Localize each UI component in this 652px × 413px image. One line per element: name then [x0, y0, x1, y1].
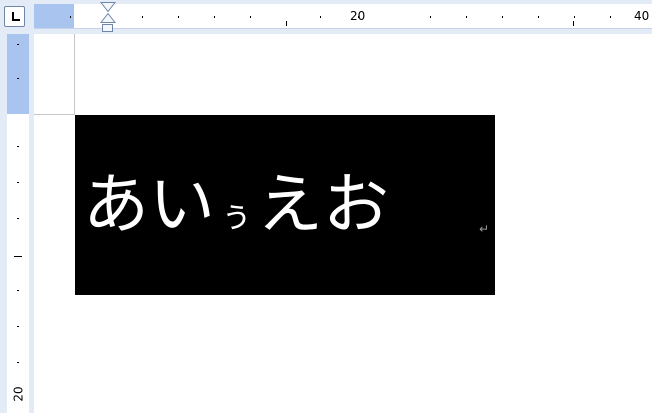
hanging-indent-icon[interactable]: [100, 13, 116, 23]
margin-guide-vertical: [74, 34, 75, 114]
ruler-dot: [17, 218, 19, 219]
text-box[interactable]: あい ぅえお ↵: [75, 115, 495, 295]
horizontal-ruler-strip: 20 40: [34, 4, 652, 29]
ruler-dot: [70, 16, 71, 18]
vertical-ruler[interactable]: 20: [0, 34, 34, 413]
char-i: い: [149, 166, 215, 243]
paragraph-mark-icon: ↵: [479, 222, 490, 236]
ruler-dot: [17, 362, 19, 363]
vertical-ruler-label-20: 20: [11, 386, 26, 402]
left-indent-icon[interactable]: [102, 24, 113, 32]
ruler-dot: [17, 78, 19, 79]
char-o: お: [323, 166, 389, 243]
char-e: え: [257, 166, 323, 243]
ruler-tick: [14, 256, 22, 257]
ruler-dot: [502, 16, 503, 18]
ruler-dot: [320, 16, 321, 18]
vertical-ruler-top-margin[interactable]: [7, 34, 29, 114]
ruler-tick: [573, 21, 574, 26]
margin-guide-horizontal: [34, 114, 75, 115]
first-line-indent-icon[interactable]: [100, 2, 116, 12]
ruler-dot: [466, 16, 467, 18]
ruler-dot: [574, 16, 575, 18]
ruler-dot: [17, 290, 19, 291]
ruler-dot: [17, 146, 19, 147]
horizontal-ruler[interactable]: 20 40: [34, 0, 652, 34]
ruler-dot: [17, 44, 19, 45]
tab-selector[interactable]: [0, 0, 34, 34]
horizontal-ruler-left-margin[interactable]: [34, 4, 74, 28]
ruler-dot: [430, 16, 431, 18]
ruler-dot: [142, 16, 143, 18]
ruler-tick: [286, 21, 287, 26]
char-small-u: ぅ: [219, 196, 253, 236]
left-tab-icon: [4, 6, 25, 27]
ruler-dot: [538, 16, 539, 18]
ruler-dot: [178, 16, 179, 18]
document-page[interactable]: あい ぅえお ↵: [34, 34, 652, 413]
vertical-ruler-strip: 20: [7, 34, 29, 413]
ruler-dot: [610, 16, 611, 18]
ruler-dot: [17, 182, 19, 183]
ruler-dot: [250, 16, 251, 18]
text-box-content[interactable]: あい ぅえお: [83, 165, 389, 256]
ruler-label-20: 20: [350, 9, 366, 23]
ruler-dot: [17, 326, 19, 327]
ruler-label-40: 40: [634, 9, 650, 23]
char-a: あ: [83, 166, 149, 243]
ruler-dot: [214, 16, 215, 18]
